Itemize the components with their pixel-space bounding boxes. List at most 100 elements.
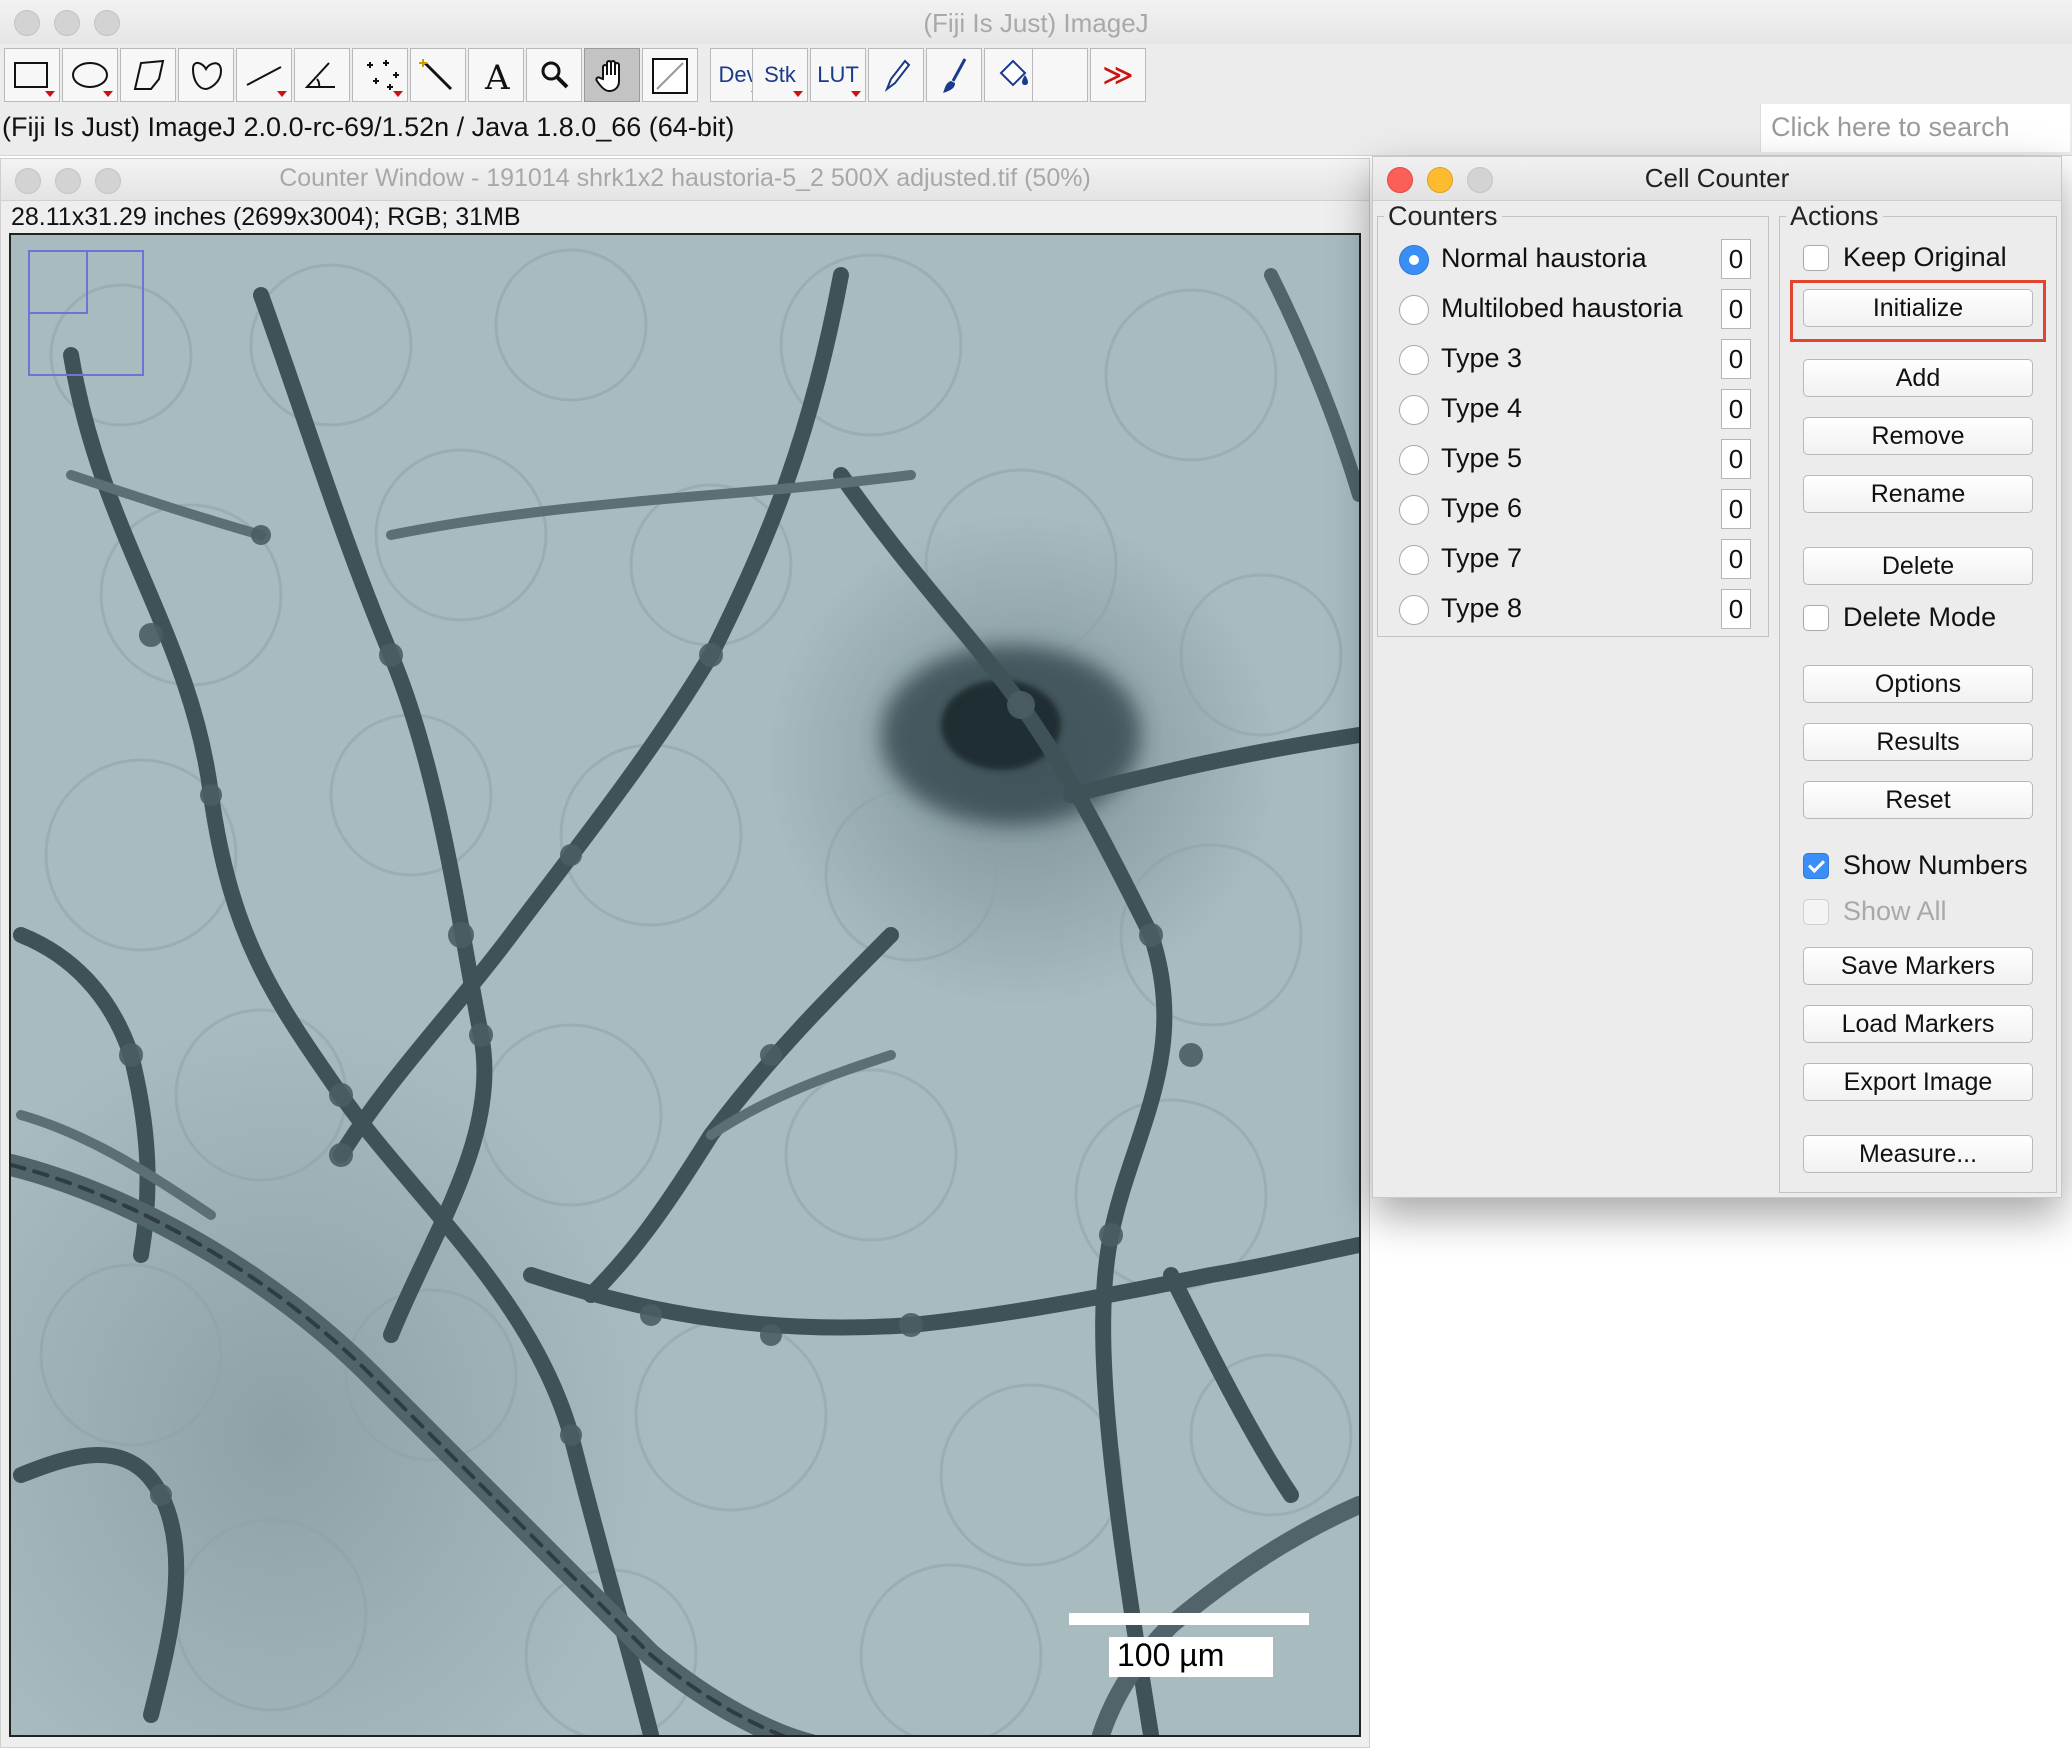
counter-type-8[interactable]: Type 8 0 [1399,587,1759,637]
keep-original-checkbox[interactable]: Keep Original [1803,239,2043,279]
measure-button[interactable]: Measure... [1803,1135,2033,1173]
counter-image-window: Counter Window - 191014 shrk1x2 haustori… [0,158,1370,1748]
counter-label: Type 6 [1441,493,1523,523]
initialize-highlight-box [1790,280,2046,342]
wand-icon [419,59,453,91]
results-button[interactable]: Results [1803,723,2033,761]
magnifier-icon [541,61,569,89]
svg-text:A: A [484,58,510,98]
window-title: (Fiji Is Just) ImageJ [923,8,1149,38]
counter-label: Type 7 [1441,543,1523,573]
counters-list: Normal haustoria 0 Multilobed haustoria … [1399,237,1759,637]
radio-button[interactable] [1399,445,1429,475]
counter-type-6[interactable]: Type 6 0 [1399,487,1759,537]
counter-count: 0 [1721,589,1751,629]
pencil-icon [884,59,911,92]
checkbox-label: Keep Original [1843,242,2007,272]
delete-mode-checkbox[interactable]: Delete Mode [1803,599,2043,639]
checkbox-label: Show Numbers [1843,850,2028,880]
counter-type-4[interactable]: Type 4 0 [1399,387,1759,437]
counter-multilobed-haustoria[interactable]: Multilobed haustoria 0 [1399,287,1759,337]
checkbox-disabled [1803,899,1829,925]
search-input[interactable]: Click here to search [1760,104,2070,152]
empty-tool-slot[interactable] [1032,48,1088,102]
image-info: 28.11x31.29 inches (2699x3004); RGB; 31M… [11,203,521,231]
counter-count: 0 [1721,339,1751,379]
rename-button[interactable]: Rename [1803,475,2033,513]
freehand-icon [191,62,223,91]
add-button[interactable]: Add [1803,359,2033,397]
counter-label: Multilobed haustoria [1441,293,1683,323]
oval-tool[interactable] [62,48,118,102]
radio-button[interactable] [1399,395,1429,425]
actions-panel: Keep Original Initialize Add Remove Rena… [1779,201,2057,1193]
window-title: Cell Counter [1644,163,1790,193]
status-bar: (Fiji Is Just) ImageJ 2.0.0-rc-69/1.52n … [2,112,735,142]
radio-button[interactable] [1399,295,1429,325]
checkbox-label: Show All [1843,896,1947,926]
counter-count: 0 [1721,439,1751,479]
magnifier-tool[interactable] [526,48,582,102]
pencil-tool[interactable] [868,48,924,102]
scale-bar [1069,1613,1309,1625]
counter-label: Normal haustoria [1441,243,1647,273]
radio-button[interactable] [1399,545,1429,575]
checkbox[interactable] [1803,245,1829,271]
rectangle-tool[interactable] [4,48,60,102]
counter-normal-haustoria[interactable]: Normal haustoria 0 [1399,237,1759,287]
cell-counter-titlebar: Cell Counter [1373,157,2061,201]
counter-type-7[interactable]: Type 7 0 [1399,537,1759,587]
radio-button[interactable] [1399,595,1429,625]
counter-type-5[interactable]: Type 5 0 [1399,437,1759,487]
counter-label: Type 5 [1441,443,1523,473]
remove-button[interactable]: Remove [1803,417,2033,455]
counter-label: Type 4 [1441,393,1523,423]
counter-label: Type 3 [1441,343,1523,373]
hand-tool[interactable] [584,48,640,102]
checkbox-checked[interactable] [1803,853,1829,879]
counter-label: Type 8 [1441,593,1523,623]
paintbrush-icon [943,58,967,93]
polygon-tool[interactable] [120,48,176,102]
hyphae-network-image [11,248,1359,1735]
options-button[interactable]: Options [1803,665,2033,703]
reset-button[interactable]: Reset [1803,781,2033,819]
delete-button[interactable]: Delete [1803,547,2033,585]
radio-button[interactable] [1399,245,1429,275]
counter-window-titlebar: Counter Window - 191014 shrk1x2 haustori… [1,159,1369,201]
counter-count: 0 [1721,289,1751,329]
counter-count: 0 [1721,389,1751,429]
stk-menu-tool[interactable]: Stk [752,48,808,102]
counters-legend: Counters [1388,201,1498,231]
load-markers-button[interactable]: Load Markers [1803,1005,2033,1043]
navigator-viewport-rect [28,250,88,314]
multipoint-tool[interactable] [352,48,408,102]
paintbrush-tool[interactable] [926,48,982,102]
counter-type-3[interactable]: Type 3 0 [1399,337,1759,387]
window-title: Counter Window - 191014 shrk1x2 haustori… [279,164,1091,192]
more-tools-icon: ≫ [1102,58,1134,92]
lut-menu-tool[interactable]: LUT [810,48,866,102]
radio-button[interactable] [1399,345,1429,375]
show-all-checkbox: Show All [1803,893,2043,933]
angle-tool[interactable] [294,48,350,102]
fiji-main-window: (Fiji Is Just) ImageJ A Dev Stk LUT ≫ (F… [0,0,2072,156]
hand-icon [595,60,620,93]
more-tools-button[interactable]: ≫ [1090,48,1146,102]
text-tool[interactable]: A [468,48,524,102]
show-numbers-checkbox[interactable]: Show Numbers [1803,847,2043,887]
microscopy-image[interactable]: 100 µm [9,233,1361,1737]
wand-tool[interactable] [410,48,466,102]
color-picker-tool[interactable] [642,48,698,102]
polygon-icon [133,59,165,90]
fiji-titlebar: (Fiji Is Just) ImageJ [0,0,2072,44]
radio-button[interactable] [1399,495,1429,525]
freehand-tool[interactable] [178,48,234,102]
line-tool[interactable] [236,48,292,102]
export-image-button[interactable]: Export Image [1803,1063,2033,1101]
checkbox-label: Delete Mode [1843,602,1997,632]
checkbox[interactable] [1803,605,1829,631]
angle-icon [304,62,335,88]
save-markers-button[interactable]: Save Markers [1803,947,2033,985]
counter-count: 0 [1721,489,1751,529]
